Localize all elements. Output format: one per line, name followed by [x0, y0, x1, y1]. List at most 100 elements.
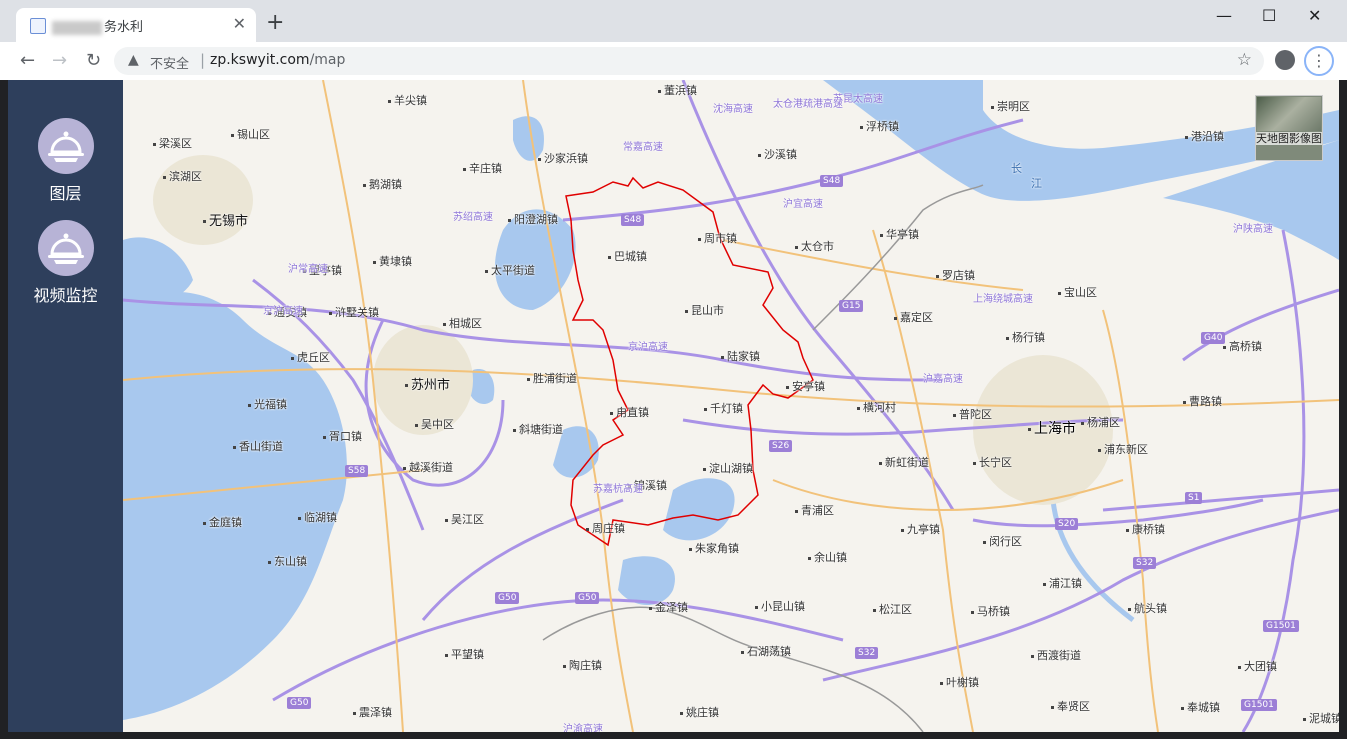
place-label: 横河村 — [857, 399, 896, 415]
sidebar-item-video-monitor[interactable]: 视频监控 — [8, 220, 123, 306]
place-name: 新虹街道 — [885, 456, 929, 469]
place-name: 相城区 — [449, 317, 482, 330]
place-label: 高桥镇 — [1223, 338, 1262, 354]
place-name: 沙家浜镇 — [544, 152, 588, 165]
place-dot-icon — [443, 322, 446, 326]
place-label: 周市镇 — [698, 230, 737, 246]
place-name: 浦江镇 — [1049, 577, 1082, 590]
basemap-switch-button[interactable]: 天地图影像图 — [1255, 95, 1323, 161]
place-name: 陆家镇 — [727, 350, 760, 363]
place-dot-icon — [203, 521, 206, 525]
place-name: 辛庄镇 — [469, 162, 502, 175]
satellite-thumbnail-icon — [1257, 97, 1321, 131]
place-name: 斜塘街道 — [519, 423, 563, 436]
map-canvas[interactable]: 羊尖镇 董浜镇 崇明区 锡山区 梁溪区 滨湖区 沙家浜镇 辛庄镇 沙溪镇 浮桥镇 港沿镇 鹅湖镇 无锡市… — [123, 80, 1339, 732]
highway-s1 — [1102, 488, 1339, 512]
place-name: 安亭镇 — [792, 380, 825, 393]
place-dot-icon — [1028, 427, 1031, 431]
place-name: 松江区 — [879, 603, 912, 616]
new-tab-button[interactable]: + — [266, 10, 284, 35]
close-window-button[interactable]: ✕ — [1308, 6, 1321, 25]
place-label: 无锡市 — [203, 210, 248, 229]
place-name: 锡山区 — [237, 128, 270, 141]
place-label: 吴中区 — [415, 416, 454, 432]
back-button[interactable]: ← — [20, 50, 35, 71]
place-name: 临湖镇 — [304, 511, 337, 524]
layers-cloche-icon — [37, 118, 94, 174]
sidebar-item-label: 视频监控 — [33, 286, 98, 305]
place-name: 羊尖镇 — [394, 94, 427, 107]
place-dot-icon — [857, 406, 860, 410]
place-label: 斜塘街道 — [513, 421, 563, 437]
road-shield: G40 — [1201, 332, 1226, 344]
road-shield: G50 — [495, 592, 520, 604]
expressway-label: 上海绕城高速 — [973, 294, 1033, 305]
background-strip-left — [0, 80, 8, 732]
place-label: 香山街道 — [233, 438, 283, 454]
address-bar[interactable]: ▲ 不安全 | zp.kswyit.com/map ☆ — [114, 47, 1264, 75]
place-dot-icon — [405, 384, 408, 387]
minimize-button[interactable]: — — [1216, 6, 1232, 25]
place-name: 甪直镇 — [616, 406, 649, 419]
road-shield: S26 — [769, 440, 793, 452]
url-path: /map — [309, 52, 346, 68]
page-favicon-icon — [30, 18, 46, 34]
place-label: 越溪街道 — [403, 459, 453, 475]
place-name: 周市镇 — [704, 232, 737, 245]
place-label: 马桥镇 — [971, 603, 1010, 619]
place-name: 大团镇 — [1244, 660, 1277, 673]
place-dot-icon — [880, 233, 883, 237]
place-dot-icon — [323, 435, 326, 439]
place-name: 浮桥镇 — [866, 120, 899, 133]
expressway-label: 苏嘉杭高速 — [593, 484, 643, 495]
url-text[interactable]: zp.kswyit.com/map — [210, 52, 345, 68]
place-dot-icon — [936, 274, 939, 278]
place-dot-icon — [704, 407, 707, 411]
place-dot-icon — [527, 377, 530, 381]
active-tab[interactable]: 务水利 ✕ — [16, 8, 256, 42]
place-dot-icon — [983, 540, 986, 544]
place-dot-icon — [1223, 345, 1226, 349]
place-name: 长宁区 — [979, 456, 1012, 469]
place-dot-icon — [445, 518, 448, 522]
place-label: 千灯镇 — [704, 400, 743, 416]
place-label: 崇明区 — [991, 98, 1030, 114]
place-label: 周庄镇 — [586, 520, 625, 536]
place-dot-icon — [1098, 448, 1101, 452]
place-dot-icon — [1128, 607, 1131, 611]
place-dot-icon — [680, 711, 683, 715]
bookmark-star-icon[interactable]: ☆ — [1237, 50, 1252, 70]
place-label: 康桥镇 — [1126, 521, 1165, 537]
place-name: 震泽镇 — [359, 706, 392, 719]
place-dot-icon — [1303, 717, 1306, 721]
maximize-button[interactable]: ☐ — [1262, 6, 1276, 25]
place-name: 董浜镇 — [664, 84, 697, 97]
place-dot-icon — [901, 528, 904, 532]
place-label: 陶庄镇 — [563, 657, 602, 673]
forward-button[interactable]: → — [52, 50, 67, 71]
place-name: 横河村 — [863, 401, 896, 414]
place-dot-icon — [463, 167, 466, 171]
tab-close-icon[interactable]: ✕ — [233, 14, 246, 33]
place-name: 九亭镇 — [907, 523, 940, 536]
place-label: 浦江镇 — [1043, 575, 1082, 591]
basemap-switch-label: 天地图影像图 — [1256, 132, 1322, 145]
reload-button[interactable]: ↻ — [86, 50, 101, 71]
profile-avatar-icon[interactable] — [1275, 50, 1295, 70]
place-name: 西渡街道 — [1037, 649, 1081, 662]
place-dot-icon — [403, 466, 406, 470]
place-name: 曹路镇 — [1189, 395, 1222, 408]
place-dot-icon — [685, 309, 688, 313]
place-name: 金庭镇 — [209, 516, 242, 529]
place-name: 马桥镇 — [977, 605, 1010, 618]
sidebar-item-layers[interactable]: 图层 — [8, 118, 123, 204]
place-name: 阳澄湖镇 — [514, 213, 558, 226]
place-dot-icon — [755, 605, 758, 609]
place-name: 昆山市 — [691, 304, 724, 317]
expressway-label: 沈海高速 — [713, 104, 753, 115]
place-dot-icon — [873, 608, 876, 612]
browser-menu-icon[interactable]: ⋮ — [1304, 46, 1334, 76]
place-dot-icon — [786, 385, 789, 389]
background-strip-right — [1339, 80, 1347, 732]
place-dot-icon — [1081, 421, 1084, 425]
